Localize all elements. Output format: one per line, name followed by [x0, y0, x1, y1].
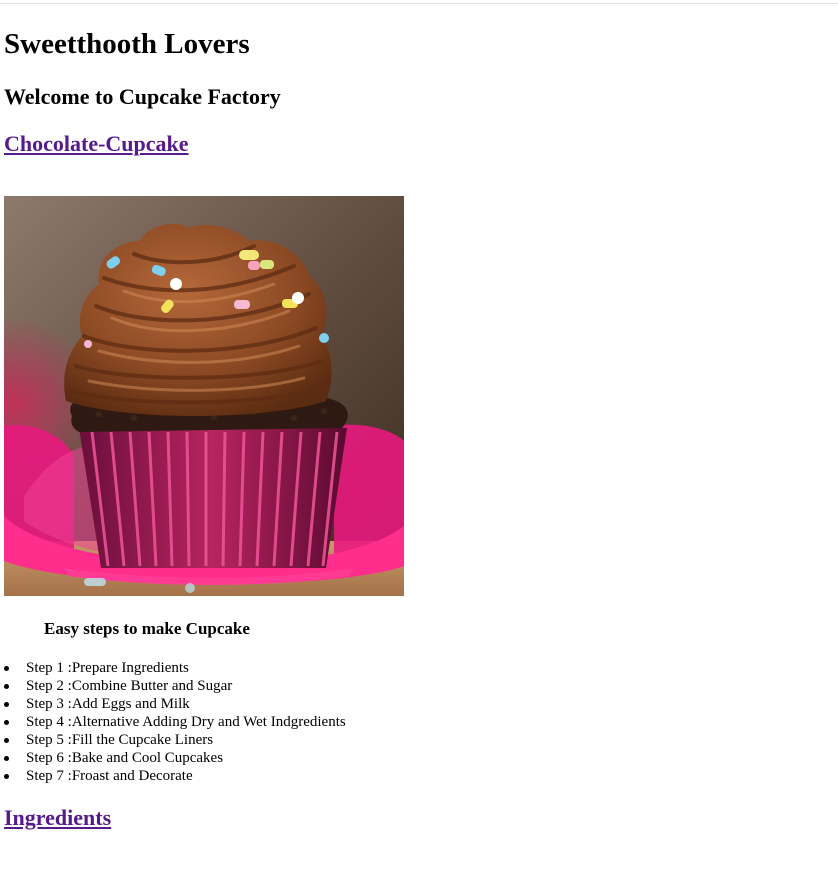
steps-heading: Easy steps to make Cupcake [44, 619, 250, 638]
ingredients-link[interactable]: Ingredients [4, 805, 111, 831]
list-item: Step 5 :Fill the Cupcake Liners [0, 731, 346, 749]
list-item: Step 4 :Alternative Adding Dry and Wet I… [0, 713, 346, 731]
steps-list: Step 1 :Prepare Ingredients Step 2 :Comb… [0, 659, 346, 785]
list-item: Step 2 :Combine Butter and Sugar [0, 677, 346, 695]
list-item: Step 1 :Prepare Ingredients [0, 659, 346, 677]
list-item: Step 7 :Froast and Decorate [0, 767, 346, 785]
cupcake-image [4, 196, 404, 596]
list-item: Step 3 :Add Eggs and Milk [0, 695, 346, 713]
chocolate-cupcake-link[interactable]: Chocolate-Cupcake [4, 131, 189, 157]
page-title: Sweetthooth Lovers [4, 28, 250, 60]
list-item: Step 6 :Bake and Cool Cupcakes [0, 749, 346, 767]
top-border-line [0, 3, 838, 4]
welcome-heading: Welcome to Cupcake Factory [4, 84, 281, 109]
